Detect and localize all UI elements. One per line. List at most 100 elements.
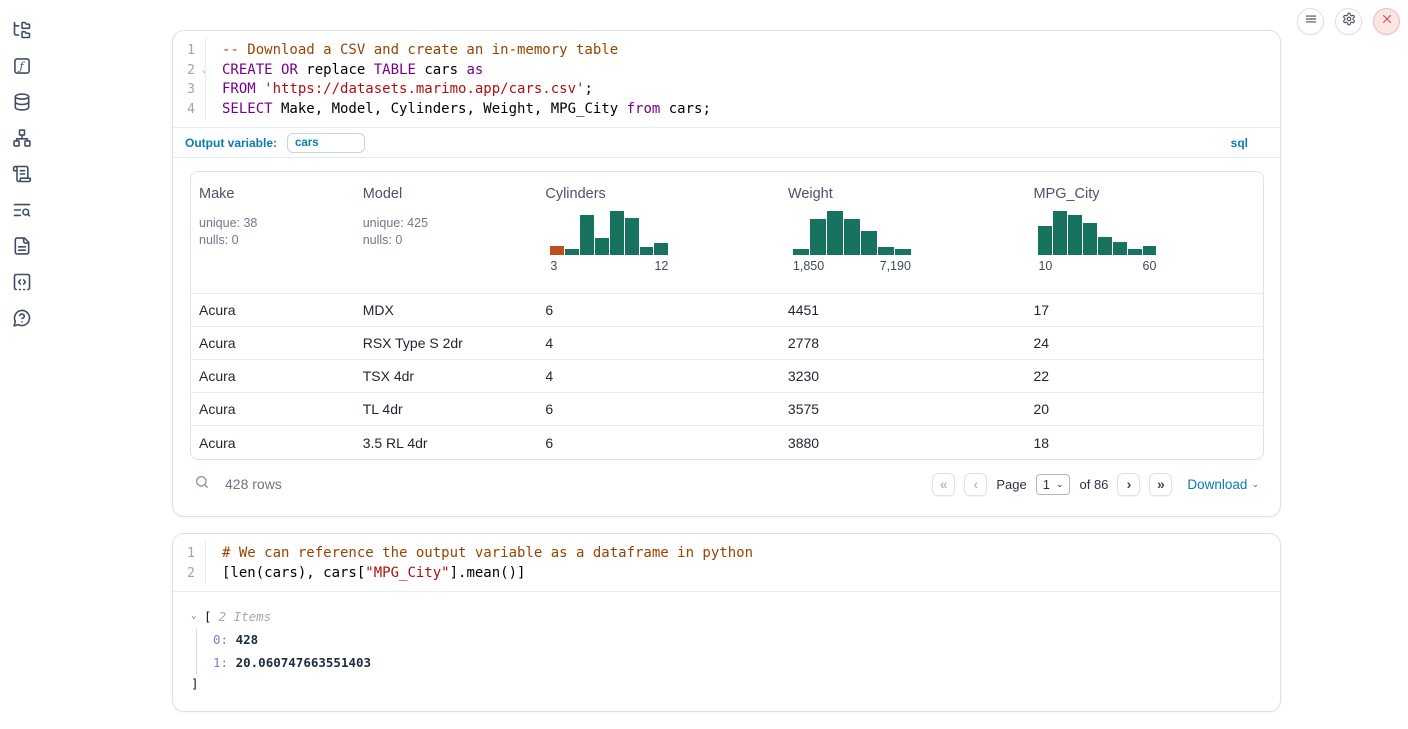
page-select-value: 1: [1043, 477, 1050, 492]
data-table: Make unique: 38 nulls: 0 Model unique: 4…: [190, 171, 1264, 460]
code-line: 1 # We can reference the output variable…: [173, 544, 1280, 564]
menu-button[interactable]: [1297, 8, 1324, 35]
cylinders-histogram: 3 12: [550, 208, 668, 273]
table-row[interactable]: Acura MDX 6 4451 17: [191, 294, 1263, 327]
output-variable-label: Output variable:: [185, 136, 277, 150]
python-code-editor[interactable]: 1 # We can reference the output variable…: [173, 534, 1280, 592]
chevrons-left-icon: «: [940, 476, 948, 492]
code-token: OR: [281, 62, 298, 78]
table-cell: 17: [1025, 302, 1263, 318]
first-page-button[interactable]: «: [932, 473, 955, 496]
column-header-make[interactable]: Make unique: 38 nulls: 0: [191, 172, 355, 293]
table-cell: RSX Type S 2dr: [355, 335, 538, 351]
column-unique-stat: unique: 425: [363, 215, 530, 232]
sidebar-item-snippets[interactable]: [12, 274, 32, 294]
sidebar-item-help[interactable]: [12, 310, 32, 330]
table-row[interactable]: Acura TSX 4dr 4 3230 22: [191, 360, 1263, 393]
column-header-model[interactable]: Model unique: 425 nulls: 0: [355, 172, 538, 293]
column-header-mpg-city[interactable]: MPG_City 10 60: [1025, 172, 1263, 293]
histogram-bars: [1038, 208, 1156, 255]
histogram-bar: [1038, 226, 1052, 255]
table-cell: TL 4dr: [355, 401, 538, 417]
table-cell: 3575: [780, 401, 1026, 417]
sidebar-item-data-sources[interactable]: [12, 94, 32, 114]
mpg-city-histogram: 10 60: [1038, 208, 1156, 273]
code-token: FROM: [222, 81, 256, 97]
sidebar-item-documentation[interactable]: [12, 238, 32, 258]
histogram-bar: [1083, 223, 1097, 255]
sidebar-item-search-logs[interactable]: [12, 202, 32, 222]
table-cell: 18: [1025, 435, 1263, 451]
download-button[interactable]: Download ⌄: [1187, 477, 1259, 492]
next-page-button[interactable]: ›: [1117, 473, 1140, 496]
language-badge: sql: [1231, 136, 1248, 150]
table-cell: 3230: [780, 368, 1026, 384]
line-number: 2: [173, 61, 195, 81]
sql-code-editor[interactable]: 1 -- Download a CSV and create an in-mem…: [173, 31, 1280, 128]
table-cell: Acura: [191, 368, 355, 384]
last-page-button[interactable]: »: [1149, 473, 1172, 496]
list-items: 0: 428 1: 20.060747663551403: [196, 629, 1262, 674]
histogram-bar: [810, 219, 826, 255]
chevrons-right-icon: »: [1157, 476, 1165, 492]
histogram-bar: [861, 231, 877, 255]
code-token: CREATE: [222, 62, 273, 78]
database-icon: [12, 92, 32, 117]
column-label: Weight: [788, 186, 1018, 202]
code-token: [len(cars), cars[: [222, 565, 365, 581]
collapse-chevron-icon[interactable]: ⌄: [191, 611, 204, 621]
sql-cell: 1 -- Download a CSV and create an in-mem…: [172, 30, 1281, 517]
code-token: SELECT: [222, 101, 273, 117]
item-value: 428: [236, 632, 259, 647]
column-header-cylinders[interactable]: Cylinders 3 12: [537, 172, 780, 293]
function-square-icon: ƒ: [12, 56, 32, 81]
output-variable-row: Output variable: cars sql: [173, 128, 1280, 158]
histogram-bar: [1053, 211, 1067, 255]
code-token: "MPG_City": [365, 565, 449, 581]
chevron-down-icon: ⌄: [1251, 479, 1259, 490]
python-cell: 1 # We can reference the output variable…: [172, 533, 1281, 712]
table-cell: 3.5 RL 4dr: [355, 435, 538, 451]
chevron-left-icon: ‹: [973, 476, 978, 492]
table-cell: 6: [537, 302, 780, 318]
prev-page-button[interactable]: ‹: [964, 473, 987, 496]
search-icon: [194, 474, 210, 495]
column-header-weight[interactable]: Weight 1,850 7,190: [780, 172, 1026, 293]
sidebar-item-logs[interactable]: [12, 166, 32, 186]
column-unique-stat: unique: 38: [199, 215, 347, 232]
histogram-bar: [1143, 246, 1157, 255]
table-cell: 6: [537, 401, 780, 417]
gutter-divider: [205, 541, 206, 584]
sidebar-item-variables[interactable]: ƒ: [12, 58, 32, 78]
column-label: Cylinders: [545, 186, 772, 202]
settings-button[interactable]: [1335, 8, 1362, 35]
table-row[interactable]: Acura RSX Type S 2dr 4 2778 24: [191, 327, 1263, 360]
column-label: Model: [363, 186, 530, 202]
gutter-divider: [205, 38, 206, 120]
table-row[interactable]: Acura TL 4dr 6 3575 20: [191, 393, 1263, 426]
search-button[interactable]: [194, 475, 212, 493]
sidebar-item-file-explorer[interactable]: [12, 22, 32, 42]
line-number: 1: [173, 41, 195, 61]
text-search-icon: [12, 200, 32, 225]
sidebar-item-dependency-graph[interactable]: [12, 130, 32, 150]
table-cell: Acura: [191, 302, 355, 318]
code-token: [273, 62, 281, 78]
code-token: [256, 81, 264, 97]
table-cell: Acura: [191, 435, 355, 451]
histogram-bar: [550, 246, 564, 255]
table-cell: 4: [537, 335, 780, 351]
code-line: 1 -- Download a CSV and create an in-mem…: [173, 41, 1280, 61]
code-token: from: [627, 101, 661, 117]
histogram-max-label: 7,190: [880, 259, 911, 273]
code-token: Make, Model, Cylinders, Weight, MPG_City: [273, 101, 627, 117]
shutdown-button[interactable]: [1373, 8, 1400, 35]
table-cell: TSX 4dr: [355, 368, 538, 384]
page-select[interactable]: 1 ⌄: [1036, 474, 1071, 495]
table-row[interactable]: Acura 3.5 RL 4dr 6 3880 18: [191, 426, 1263, 459]
open-bracket: [: [204, 609, 212, 624]
output-variable-input[interactable]: cars: [287, 133, 365, 153]
code-token: 'https://datasets.marimo.app/cars.csv': [264, 81, 584, 97]
item-index: 1:: [213, 655, 228, 670]
histogram-bar: [595, 238, 609, 255]
